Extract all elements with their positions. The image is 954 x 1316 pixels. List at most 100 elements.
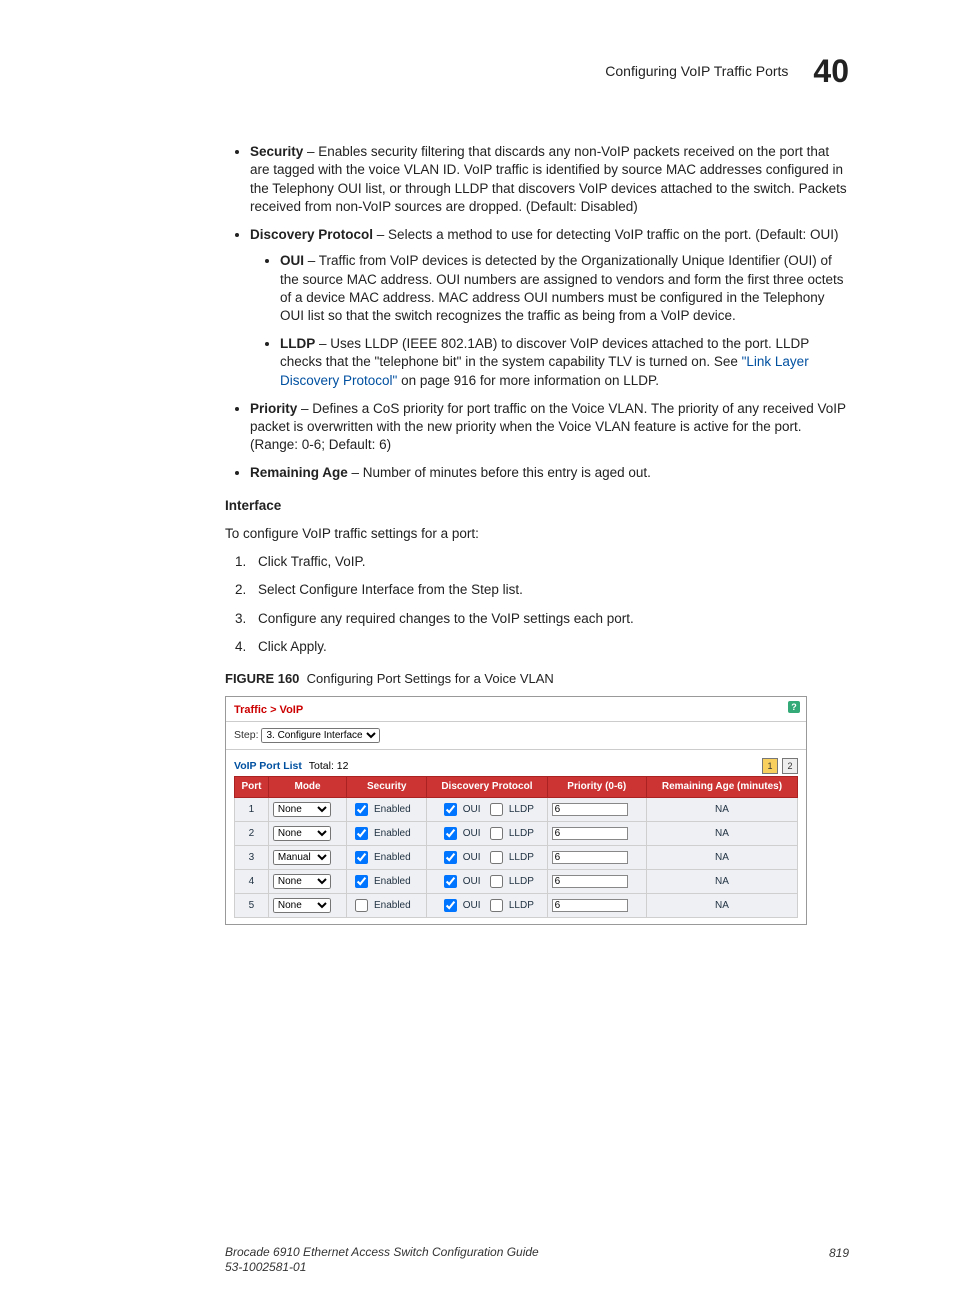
page-footer: Brocade 6910 Ethernet Access Switch Conf… bbox=[225, 1245, 849, 1276]
cell-priority bbox=[547, 845, 646, 869]
cell-discovery: OUI LLDP bbox=[427, 893, 547, 917]
col-mode: Mode bbox=[268, 777, 346, 798]
cell-mode: None bbox=[268, 869, 346, 893]
col-port: Port bbox=[235, 777, 269, 798]
cell-security: Enabled bbox=[347, 869, 427, 893]
interface-heading: Interface bbox=[225, 497, 849, 515]
term: Discovery Protocol bbox=[250, 227, 373, 242]
term-text: – Enables security filtering that discar… bbox=[250, 144, 847, 214]
interface-intro: To configure VoIP traffic settings for a… bbox=[225, 525, 849, 543]
param-lldp: LLDP – Uses LLDP (IEEE 802.1AB) to disco… bbox=[280, 335, 849, 390]
priority-input[interactable] bbox=[552, 875, 628, 888]
pager-1[interactable]: 1 bbox=[762, 758, 778, 774]
help-icon[interactable]: ? bbox=[788, 701, 800, 713]
step-item: Click Apply. bbox=[250, 638, 849, 656]
oui-label: OUI bbox=[463, 828, 481, 839]
header-title: Configuring VoIP Traffic Ports bbox=[605, 62, 788, 81]
cell-discovery: OUI LLDP bbox=[427, 821, 547, 845]
oui-checkbox[interactable] bbox=[444, 827, 457, 840]
security-label: Enabled bbox=[374, 900, 411, 911]
security-label: Enabled bbox=[374, 804, 411, 815]
term: Security bbox=[250, 144, 303, 159]
oui-label: OUI bbox=[463, 900, 481, 911]
cell-mode: None bbox=[268, 821, 346, 845]
priority-input[interactable] bbox=[552, 851, 628, 864]
col-age: Remaining Age (minutes) bbox=[646, 777, 797, 798]
lldp-checkbox[interactable] bbox=[490, 875, 503, 888]
cell-security: Enabled bbox=[347, 821, 427, 845]
table-row: 3Manual Enabled OUI LLDPNA bbox=[235, 845, 798, 869]
port-table: Port Mode Security Discovery Protocol Pr… bbox=[234, 776, 798, 918]
discovery-sublist: OUI – Traffic from VoIP devices is detec… bbox=[250, 252, 849, 390]
security-checkbox[interactable] bbox=[355, 875, 368, 888]
col-priority: Priority (0-6) bbox=[547, 777, 646, 798]
cell-security: Enabled bbox=[347, 797, 427, 821]
cell-security: Enabled bbox=[347, 845, 427, 869]
figure-caption: FIGURE 160 Configuring Port Settings for… bbox=[225, 670, 849, 688]
lldp-label: LLDP bbox=[509, 852, 534, 863]
security-checkbox[interactable] bbox=[355, 827, 368, 840]
pager-group: 1 2 bbox=[762, 758, 798, 774]
cell-port: 3 bbox=[235, 845, 269, 869]
term-text: – Number of minutes before this entry is… bbox=[348, 465, 651, 480]
pager-2[interactable]: 2 bbox=[782, 758, 798, 774]
priority-input[interactable] bbox=[552, 827, 628, 840]
security-checkbox[interactable] bbox=[355, 851, 368, 864]
mode-select[interactable]: Manual bbox=[273, 850, 331, 865]
term-text: – Defines a CoS priority for port traffi… bbox=[250, 401, 846, 452]
col-discovery: Discovery Protocol bbox=[427, 777, 547, 798]
cell-port: 4 bbox=[235, 869, 269, 893]
cell-discovery: OUI LLDP bbox=[427, 869, 547, 893]
term-text: – Selects a method to use for detecting … bbox=[373, 227, 839, 242]
port-list-total: Total: 12 bbox=[309, 760, 349, 772]
cell-discovery: OUI LLDP bbox=[427, 797, 547, 821]
table-header-row: Port Mode Security Discovery Protocol Pr… bbox=[235, 777, 798, 798]
mode-select[interactable]: None bbox=[273, 874, 331, 889]
cell-port: 2 bbox=[235, 821, 269, 845]
oui-checkbox[interactable] bbox=[444, 899, 457, 912]
oui-checkbox[interactable] bbox=[444, 803, 457, 816]
priority-input[interactable] bbox=[552, 899, 628, 912]
parameter-list: Security – Enables security filtering th… bbox=[225, 143, 849, 483]
figure-title: Configuring Port Settings for a Voice VL… bbox=[307, 671, 554, 686]
cell-priority bbox=[547, 893, 646, 917]
lldp-checkbox[interactable] bbox=[490, 803, 503, 816]
security-label: Enabled bbox=[374, 876, 411, 887]
cell-age: NA bbox=[646, 797, 797, 821]
step-select[interactable]: 3. Configure Interface bbox=[261, 728, 380, 743]
oui-label: OUI bbox=[463, 852, 481, 863]
cell-port: 1 bbox=[235, 797, 269, 821]
page-header: Configuring VoIP Traffic Ports 40 bbox=[225, 50, 849, 93]
security-checkbox[interactable] bbox=[355, 803, 368, 816]
lldp-checkbox[interactable] bbox=[490, 899, 503, 912]
breadcrumb-text: Traffic > VoIP bbox=[234, 704, 303, 716]
oui-label: OUI bbox=[463, 804, 481, 815]
term: Priority bbox=[250, 401, 297, 416]
cell-mode: None bbox=[268, 893, 346, 917]
security-label: Enabled bbox=[374, 852, 411, 863]
step-item: Click Traffic, VoIP. bbox=[250, 553, 849, 571]
security-checkbox[interactable] bbox=[355, 899, 368, 912]
step-label: Step: bbox=[234, 729, 259, 741]
lldp-checkbox[interactable] bbox=[490, 827, 503, 840]
port-list-label: VoIP Port List bbox=[234, 760, 302, 772]
lldp-post: on page 916 for more information on LLDP… bbox=[397, 373, 659, 388]
lldp-label: LLDP bbox=[509, 900, 534, 911]
cell-discovery: OUI LLDP bbox=[427, 845, 547, 869]
cell-mode: Manual bbox=[268, 845, 346, 869]
lldp-checkbox[interactable] bbox=[490, 851, 503, 864]
cell-mode: None bbox=[268, 797, 346, 821]
param-oui: OUI – Traffic from VoIP devices is detec… bbox=[280, 252, 849, 325]
mode-select[interactable]: None bbox=[273, 898, 331, 913]
mode-select[interactable]: None bbox=[273, 802, 331, 817]
page-number: 819 bbox=[829, 1245, 849, 1276]
mode-select[interactable]: None bbox=[273, 826, 331, 841]
oui-label: OUI bbox=[463, 876, 481, 887]
priority-input[interactable] bbox=[552, 803, 628, 816]
cell-age: NA bbox=[646, 821, 797, 845]
term-text: – Traffic from VoIP devices is detected … bbox=[280, 253, 844, 323]
oui-checkbox[interactable] bbox=[444, 851, 457, 864]
oui-checkbox[interactable] bbox=[444, 875, 457, 888]
table-row: 5None Enabled OUI LLDPNA bbox=[235, 893, 798, 917]
figure-prefix: FIGURE 160 bbox=[225, 671, 299, 686]
